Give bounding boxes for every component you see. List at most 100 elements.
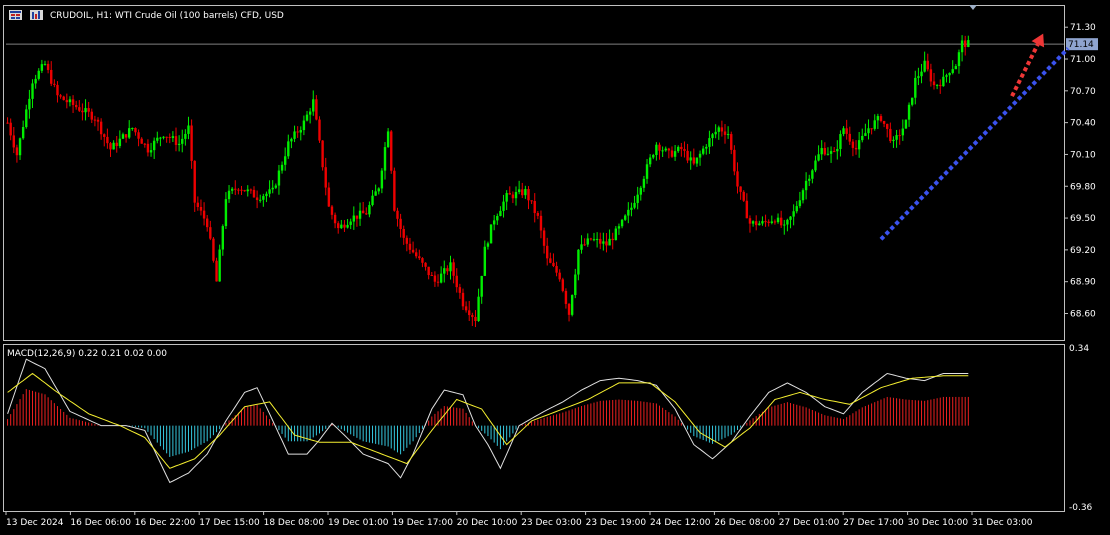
bull-candle: [661, 150, 664, 152]
bull-candle: [505, 193, 508, 202]
bull-candle: [673, 151, 677, 157]
bull-candle: [620, 219, 624, 227]
bear-candle: [546, 245, 549, 259]
bear-candle: [134, 127, 137, 133]
bull-candle: [895, 135, 898, 140]
trading-chart[interactable]: CRUDOIL, H1: WTI Crude Oil (100 barrels)…: [0, 0, 1110, 535]
bear-candle: [879, 116, 883, 121]
bull-candle: [914, 77, 917, 98]
bull-candle: [792, 211, 795, 217]
bull-candle: [892, 139, 895, 142]
bear-candle: [773, 221, 777, 223]
bull-candle: [68, 99, 72, 103]
bull-candle: [811, 170, 814, 179]
bull-candle: [246, 189, 249, 192]
header: CRUDOIL, H1: WTI Crude Oil (100 barrels)…: [9, 10, 284, 21]
bull-candle: [177, 143, 181, 145]
bear-candle: [318, 119, 321, 141]
bull-candle: [524, 189, 527, 196]
bear-candle: [683, 149, 686, 151]
bull-candle: [904, 119, 908, 129]
bear-candle: [190, 125, 193, 161]
bear-candle: [106, 136, 109, 144]
bull-candle: [486, 243, 490, 247]
bear-candle: [109, 143, 112, 150]
bull-candle: [695, 157, 699, 164]
bear-candle: [474, 316, 477, 321]
bear-candle: [433, 275, 437, 282]
bull-candle: [340, 224, 343, 229]
bear-candle: [193, 160, 196, 203]
bull-candle: [942, 76, 945, 87]
bull-candle: [283, 156, 287, 165]
bear-candle: [327, 187, 331, 207]
bull-candle: [864, 133, 867, 136]
bull-candle: [689, 157, 692, 161]
bear-candle: [755, 221, 758, 226]
bear-candle: [390, 131, 393, 171]
bull-candle: [37, 70, 40, 79]
bear-candle: [427, 266, 430, 276]
bear-candle: [939, 84, 942, 87]
bear-candle: [15, 147, 19, 156]
bear-candle: [533, 200, 536, 214]
bear-candle: [255, 197, 259, 201]
bull-candle: [630, 207, 633, 210]
bear-candle: [421, 258, 424, 263]
bull-candle: [751, 221, 755, 224]
bull-candle: [308, 111, 312, 115]
bear-candle: [886, 123, 889, 129]
bull-candle: [305, 114, 309, 121]
bull-candle: [112, 142, 115, 150]
bear-candle: [845, 128, 848, 134]
bear-candle: [530, 200, 533, 202]
bull-candle: [514, 192, 518, 199]
bear-candle: [337, 223, 340, 229]
bull-candle: [826, 153, 830, 155]
bear-candle: [199, 206, 203, 211]
price-tick-label: 71.30: [1070, 23, 1096, 33]
time-tick-label: 20 Dec 10:00: [457, 518, 518, 528]
chart-window-icon[interactable]: [30, 10, 43, 20]
bull-candle: [31, 83, 34, 99]
price-tick-label: 68.60: [1070, 309, 1096, 319]
bear-candle: [446, 268, 449, 272]
bear-candle: [405, 237, 409, 244]
bull-candle: [770, 221, 774, 223]
bull-candle: [580, 244, 583, 250]
bull-candle: [920, 71, 923, 77]
bear-candle: [99, 121, 103, 135]
bull-candle: [128, 128, 131, 138]
bull-candle: [302, 120, 306, 131]
bull-candle: [34, 78, 37, 84]
bear-candle: [471, 315, 474, 317]
bear-candle: [605, 241, 608, 246]
symbol-title: CRUDOIL, H1: WTI Crude Oil (100 barrels)…: [50, 11, 284, 21]
bull-candle: [623, 215, 627, 220]
bear-candle: [898, 135, 901, 137]
time-tick-label: 19 Dec 01:00: [328, 518, 389, 528]
bear-candle: [748, 218, 752, 224]
bear-candle: [209, 227, 212, 239]
price-tick-label: 68.90: [1070, 278, 1096, 288]
bull-candle: [371, 195, 374, 206]
bear-candle: [237, 189, 240, 191]
time-tick-label: 16 Dec 06:00: [70, 518, 131, 528]
bull-candle: [783, 224, 786, 226]
bull-candle: [480, 275, 483, 297]
bull-candle: [259, 199, 262, 201]
bear-candle: [745, 200, 749, 219]
bull-candle: [636, 194, 639, 203]
bear-candle: [436, 281, 440, 283]
bull-candle: [804, 180, 808, 191]
bear-candle: [411, 249, 415, 253]
chart-grid-icon[interactable]: [9, 10, 22, 20]
bull-candle: [714, 131, 717, 135]
bear-candle: [779, 217, 783, 226]
bear-candle: [202, 210, 206, 219]
bull-candle: [449, 262, 452, 272]
bear-candle: [882, 120, 886, 124]
bear-candle: [296, 131, 299, 133]
bear-candle: [667, 148, 671, 151]
bull-candle: [614, 228, 618, 241]
